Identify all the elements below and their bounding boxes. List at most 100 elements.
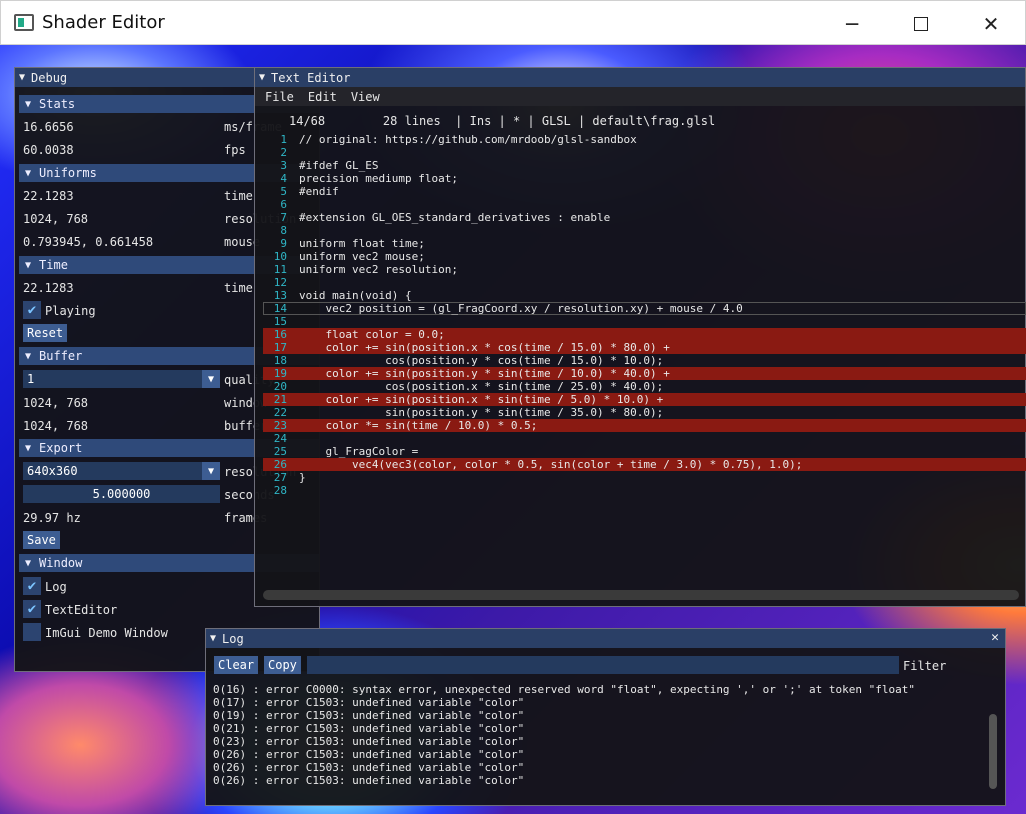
time-label: time — [224, 281, 253, 295]
uniform-resolution-value: 1024, 768 — [23, 212, 89, 226]
time-header-label: Time — [39, 258, 68, 272]
code-line[interactable]: } — [299, 471, 306, 484]
time-value: 22.1283 — [23, 281, 74, 295]
copy-button[interactable]: Copy — [264, 656, 301, 674]
code-line[interactable]: color += sin(position.y * sin(time / 10.… — [299, 367, 669, 380]
line-number: 6 — [280, 198, 287, 211]
code-line[interactable]: cos(position.y * cos(time / 15.0) * 10.0… — [299, 354, 663, 367]
export-header-label: Export — [39, 441, 83, 455]
menu-edit[interactable]: Edit — [308, 90, 337, 104]
vertical-scrollbar[interactable] — [989, 714, 997, 789]
line-number: 18 — [273, 354, 287, 367]
uniform-time-label: time — [224, 189, 253, 203]
export-resolution-combo[interactable]: 640x360 ▼ — [23, 462, 220, 480]
collapse-triangle-icon: ▼ — [25, 259, 32, 271]
code-line[interactable]: void main(void) { — [299, 289, 412, 302]
code-line[interactable]: precision mediump float; — [299, 172, 458, 185]
menu-file[interactable]: File — [265, 90, 294, 104]
uniform-mouse-value: 0.793945, 0.661458 — [23, 235, 154, 249]
texteditor-window-checkbox[interactable]: ✔ — [23, 600, 41, 618]
code-line[interactable]: color += sin(position.x * cos(time / 15.… — [299, 341, 669, 354]
code-line[interactable]: #ifdef GL_ES — [299, 159, 378, 172]
code-line[interactable]: float color = 0.0; — [299, 328, 444, 341]
menu-view[interactable]: View — [351, 90, 380, 104]
collapse-triangle-icon[interactable]: ▼ — [19, 72, 25, 83]
log-output[interactable]: 0(16) : error C0000: syntax error, unexp… — [206, 683, 986, 793]
log-window-checkbox[interactable]: ✔ — [23, 577, 41, 595]
collapse-triangle-icon: ▼ — [25, 167, 32, 179]
code-line[interactable]: #extension GL_OES_standard_derivatives :… — [299, 211, 610, 224]
code-line[interactable]: sin(position.y * sin(time / 35.0) * 80.0… — [299, 406, 663, 419]
code-line[interactable]: vec2 position = (gl_FragCoord.xy / resol… — [299, 302, 742, 315]
log-line: 0(23) : error C1503: undefined variable … — [213, 735, 525, 748]
code-line[interactable]: uniform float time; — [299, 237, 425, 250]
clear-button[interactable]: Clear — [214, 656, 259, 674]
line-number: 20 — [273, 380, 287, 393]
text-editor-window: ▼ Text Editor File Edit View 14/68 28 lin… — [254, 67, 1026, 607]
line-number: 13 — [273, 289, 287, 302]
uniforms-header-label: Uniforms — [39, 166, 97, 180]
demo-window-checkbox[interactable] — [23, 623, 41, 641]
menu-bar: File Edit View — [255, 87, 1025, 106]
maximize-button[interactable] — [898, 1, 944, 46]
log-window-header[interactable]: ▼ Log ✕ — [206, 629, 1005, 648]
line-number: 5 — [280, 185, 287, 198]
checkmark-icon: ✔ — [27, 302, 37, 318]
fps-label: fps — [224, 143, 246, 157]
log-line: 0(16) : error C0000: syntax error, unexp… — [213, 683, 915, 696]
code-line[interactable]: color *= sin(time / 10.0) * 0.5; — [299, 419, 537, 432]
code-line[interactable]: color += sin(position.x * sin(time / 5.0… — [299, 393, 663, 406]
code-line[interactable]: uniform vec2 mouse; — [299, 250, 425, 263]
playing-checkbox[interactable]: ✔ — [23, 301, 41, 319]
line-number: 11 — [273, 263, 287, 276]
reset-button[interactable]: Reset — [23, 324, 68, 342]
collapse-triangle-icon[interactable]: ▼ — [210, 633, 216, 644]
code-line[interactable]: // original: https://github.com/mrdoob/g… — [299, 133, 637, 146]
line-number: 25 — [273, 445, 287, 458]
text-editor-header[interactable]: ▼ Text Editor — [255, 68, 1025, 87]
code-area[interactable]: 1 // original: https://github.com/mrdoob/… — [263, 133, 1026, 497]
collapse-triangle-icon: ▼ — [25, 557, 32, 569]
code-line[interactable]: #endif — [299, 185, 339, 198]
log-line: 0(26) : error C1503: undefined variable … — [213, 774, 525, 787]
line-number: 15 — [273, 315, 287, 328]
filter-input[interactable] — [307, 656, 899, 674]
debug-title: Debug — [31, 70, 68, 85]
buffer-header-label: Buffer — [39, 349, 83, 363]
log-line: 0(26) : error C1503: undefined variable … — [213, 761, 525, 774]
maximize-icon — [914, 16, 928, 31]
code-line[interactable]: uniform vec2 resolution; — [299, 263, 458, 276]
log-line: 0(21) : error C1503: undefined variable … — [213, 722, 525, 735]
collapse-triangle-icon: ▼ — [25, 98, 32, 110]
text-editor-title: Text Editor — [271, 70, 351, 85]
dropdown-arrow-icon: ▼ — [202, 370, 220, 388]
close-button[interactable]: ✕ — [968, 1, 1014, 46]
line-number: 12 — [273, 276, 287, 289]
collapse-triangle-icon[interactable]: ▼ — [259, 72, 265, 83]
log-line: 0(17) : error C1503: undefined variable … — [213, 696, 525, 709]
quality-combo[interactable]: 1 ▼ — [23, 370, 220, 388]
code-line[interactable]: vec4(vec3(color, color * 0.5, sin(color … — [299, 458, 802, 471]
quality-combo-value: 1 — [27, 372, 35, 386]
close-icon[interactable]: ✕ — [991, 630, 999, 645]
app-icon — [14, 14, 34, 31]
export-seconds-drag[interactable]: 5.000000 — [23, 485, 220, 503]
line-number: 19 — [273, 367, 287, 380]
save-button[interactable]: Save — [23, 531, 60, 549]
line-number: 21 — [273, 393, 287, 406]
minimize-button[interactable]: ─ — [829, 1, 875, 46]
log-line: 0(26) : error C1503: undefined variable … — [213, 748, 525, 761]
collapse-triangle-icon: ▼ — [25, 350, 32, 362]
ms-per-frame-value: 16.6656 — [23, 120, 74, 134]
line-number: 14 — [273, 302, 287, 315]
code-line[interactable]: cos(position.x * sin(time / 25.0) * 40.0… — [299, 380, 663, 393]
window-header-label: Window — [39, 556, 83, 570]
close-icon: ✕ — [982, 11, 1000, 36]
checkmark-icon: ✔ — [27, 578, 37, 594]
code-line[interactable]: gl_FragColor = — [299, 445, 418, 458]
stats-header-label: Stats — [39, 97, 76, 111]
line-number: 24 — [273, 432, 287, 445]
uniform-time-value: 22.1283 — [23, 189, 74, 203]
horizontal-scrollbar[interactable] — [263, 590, 1019, 600]
line-number: 7 — [280, 211, 287, 224]
